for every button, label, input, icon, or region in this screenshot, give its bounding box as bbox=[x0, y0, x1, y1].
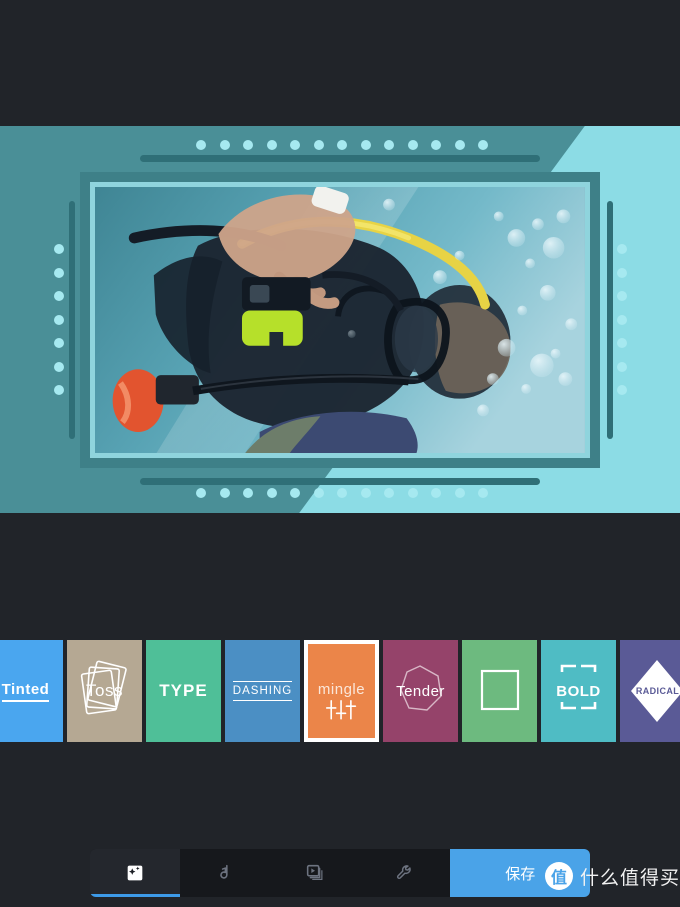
deco-dot bbox=[454, 488, 465, 498]
magic-wand-icon bbox=[127, 865, 143, 881]
filter-carousel[interactable]: Tinted Toss TYPE DASHING mingle Tender BOLD … bbox=[0, 640, 680, 742]
deco-bar-left bbox=[69, 201, 75, 439]
watermark: 值 什么值得买 bbox=[545, 862, 680, 890]
save-label: 保存 bbox=[505, 865, 536, 883]
deco-bar-right bbox=[607, 201, 613, 439]
deco-dot bbox=[54, 338, 64, 348]
wrench-icon bbox=[397, 865, 412, 880]
deco-dot bbox=[407, 140, 418, 150]
deco-dot bbox=[454, 140, 465, 150]
deco-dot bbox=[243, 488, 253, 498]
music-tab[interactable] bbox=[180, 849, 271, 897]
filter-label: BOLD bbox=[556, 682, 601, 700]
deco-dot bbox=[617, 244, 627, 254]
deco-dot bbox=[196, 140, 206, 150]
music-note-icon bbox=[220, 864, 228, 879]
bottom-toolbar[interactable]: 保存 bbox=[90, 849, 590, 897]
filter-label: Tender bbox=[396, 682, 445, 700]
filter-swatch: Tender bbox=[383, 640, 458, 742]
deco-dot bbox=[617, 385, 627, 395]
deco-dot bbox=[219, 488, 230, 498]
filter-label: Tinted bbox=[1, 681, 50, 702]
tools-tab[interactable] bbox=[360, 849, 451, 897]
filter-swatch: Tinted bbox=[0, 640, 63, 742]
filter-swatch: Toss bbox=[67, 640, 142, 742]
deco-dot bbox=[478, 488, 488, 498]
deco-dot bbox=[617, 314, 627, 325]
filter-tile-dashing[interactable]: DASHING bbox=[225, 640, 300, 742]
app-root: Tinted Toss TYPE DASHING mingle Tender BOLD … bbox=[0, 0, 680, 907]
filter-tile-plain[interactable] bbox=[462, 640, 537, 742]
square-icon bbox=[480, 669, 520, 711]
frames-tab[interactable] bbox=[270, 849, 361, 897]
filter-tile-tinted[interactable]: Tinted bbox=[0, 640, 63, 742]
deco-dot bbox=[313, 488, 324, 498]
filter-swatch bbox=[462, 640, 537, 742]
filter-swatch: BOLD bbox=[541, 640, 616, 742]
deco-dot bbox=[266, 488, 277, 498]
deco-dot bbox=[196, 488, 206, 498]
filter-tile-toss[interactable]: Toss bbox=[67, 640, 142, 742]
deco-bar-bottom bbox=[140, 478, 540, 485]
effects-tab[interactable] bbox=[90, 849, 181, 897]
photo-preview-canvas[interactable] bbox=[0, 126, 680, 513]
filter-tile-bold[interactable]: BOLD bbox=[541, 640, 616, 742]
deco-dot bbox=[478, 140, 488, 150]
deco-dot bbox=[360, 140, 371, 150]
filter-swatch: mingle bbox=[308, 644, 375, 738]
deco-dot bbox=[243, 140, 253, 150]
deco-dot bbox=[54, 314, 64, 325]
video-frames-icon bbox=[307, 864, 323, 881]
filter-label: TYPE bbox=[159, 681, 208, 700]
photo-frame-inner bbox=[90, 182, 590, 458]
deco-dot bbox=[54, 267, 64, 278]
filter-label: Toss bbox=[86, 681, 123, 700]
watermark-badge: 值 bbox=[545, 862, 573, 890]
deco-dot bbox=[219, 140, 230, 150]
deco-dot bbox=[617, 291, 627, 301]
deco-dot bbox=[54, 291, 64, 301]
deco-bar-top bbox=[140, 155, 540, 162]
deco-dot bbox=[266, 140, 277, 150]
filter-tile-mingle[interactable]: mingle bbox=[304, 640, 379, 742]
deco-dot bbox=[337, 488, 347, 498]
deco-dot bbox=[384, 488, 394, 498]
deco-dot bbox=[54, 244, 64, 254]
filter-tile-tender[interactable]: Tender bbox=[383, 640, 458, 742]
deco-dot bbox=[54, 361, 64, 372]
filter-label: DASHING bbox=[232, 681, 293, 701]
deco-dot bbox=[54, 385, 64, 395]
filter-swatch: RADICAL bbox=[620, 640, 680, 742]
filter-tile-type[interactable]: TYPE bbox=[146, 640, 221, 742]
deco-dot bbox=[617, 267, 627, 278]
deco-dot bbox=[407, 488, 418, 498]
sliders-icon bbox=[325, 700, 357, 720]
deco-dot bbox=[290, 140, 300, 150]
deco-dot bbox=[431, 140, 441, 150]
diver-photo bbox=[95, 187, 585, 453]
filter-swatch: DASHING bbox=[225, 640, 300, 742]
deco-dot bbox=[337, 140, 347, 150]
watermark-text: 什么值得买 bbox=[580, 867, 680, 889]
deco-dot bbox=[617, 361, 627, 372]
filter-swatch: TYPE bbox=[146, 640, 221, 742]
deco-dot bbox=[290, 488, 300, 498]
deco-dot bbox=[431, 488, 441, 498]
filter-tile-radical[interactable]: RADICAL bbox=[620, 640, 680, 742]
deco-dot bbox=[313, 140, 324, 150]
deco-dot bbox=[384, 140, 394, 150]
deco-dot bbox=[617, 338, 627, 348]
filter-label: RADICAL bbox=[635, 686, 680, 696]
deco-dot bbox=[360, 488, 371, 498]
photo-frame[interactable] bbox=[80, 172, 600, 468]
